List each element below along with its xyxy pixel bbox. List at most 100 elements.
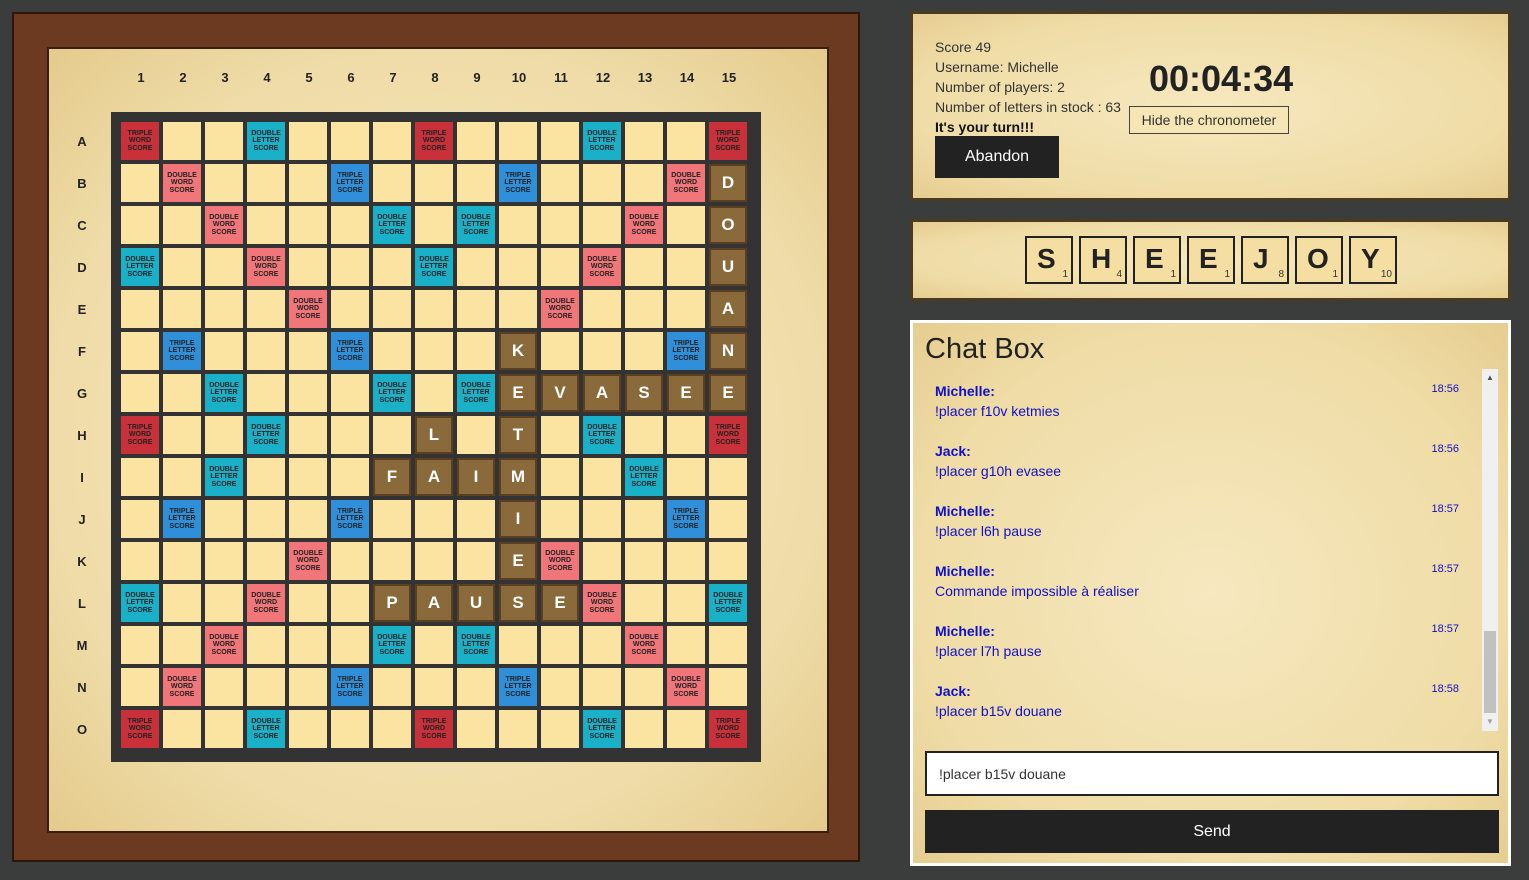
board-square[interactable]: [121, 500, 159, 538]
board-square[interactable]: [709, 668, 747, 706]
placed-tile[interactable]: A: [709, 290, 747, 328]
board-square[interactable]: [331, 626, 369, 664]
bonus-square[interactable]: DOUBLE WORD SCORE: [289, 290, 327, 328]
placed-tile[interactable]: A: [415, 584, 453, 622]
scroll-thumb[interactable]: [1484, 631, 1496, 713]
board-square[interactable]: [457, 542, 495, 580]
board-square[interactable]: [247, 668, 285, 706]
bonus-square[interactable]: DOUBLE LETTER SCORE: [205, 374, 243, 412]
placed-tile[interactable]: P: [373, 584, 411, 622]
board-square[interactable]: [205, 710, 243, 748]
board-square[interactable]: [121, 206, 159, 244]
board-square[interactable]: [415, 542, 453, 580]
board-square[interactable]: [625, 542, 663, 580]
board-square[interactable]: [205, 416, 243, 454]
board-square[interactable]: [373, 122, 411, 160]
board-square[interactable]: [205, 542, 243, 580]
board-square[interactable]: [121, 458, 159, 496]
board-square[interactable]: [667, 626, 705, 664]
board-square[interactable]: [205, 122, 243, 160]
bonus-square[interactable]: TRIPLE WORD SCORE: [121, 122, 159, 160]
bonus-square[interactable]: DOUBLE LETTER SCORE: [457, 374, 495, 412]
board-square[interactable]: [373, 332, 411, 370]
placed-tile[interactable]: F: [373, 458, 411, 496]
board-square[interactable]: [289, 584, 327, 622]
board-square[interactable]: [499, 290, 537, 328]
board-square[interactable]: [625, 248, 663, 286]
board-square[interactable]: [541, 668, 579, 706]
board-square[interactable]: [373, 164, 411, 202]
rack-tile[interactable]: O1: [1295, 236, 1343, 284]
board-square[interactable]: [625, 584, 663, 622]
board-square[interactable]: [289, 122, 327, 160]
placed-tile[interactable]: M: [499, 458, 537, 496]
board-square[interactable]: [247, 500, 285, 538]
board-square[interactable]: [457, 164, 495, 202]
board-square[interactable]: [289, 332, 327, 370]
board-square[interactable]: [457, 668, 495, 706]
bonus-square[interactable]: DOUBLE WORD SCORE: [541, 542, 579, 580]
board-square[interactable]: [457, 248, 495, 286]
board-square[interactable]: [625, 710, 663, 748]
board-square[interactable]: [331, 416, 369, 454]
board-square[interactable]: [205, 668, 243, 706]
board-square[interactable]: [163, 710, 201, 748]
bonus-square[interactable]: DOUBLE LETTER SCORE: [583, 710, 621, 748]
board-square[interactable]: [541, 500, 579, 538]
board-square[interactable]: [121, 542, 159, 580]
board-square[interactable]: [373, 542, 411, 580]
send-button[interactable]: Send: [925, 810, 1499, 853]
bonus-square[interactable]: TRIPLE WORD SCORE: [121, 416, 159, 454]
board-square[interactable]: [247, 332, 285, 370]
bonus-square[interactable]: DOUBLE LETTER SCORE: [247, 122, 285, 160]
board-square[interactable]: [583, 668, 621, 706]
board-square[interactable]: [163, 626, 201, 664]
board-square[interactable]: [415, 164, 453, 202]
bonus-square[interactable]: TRIPLE WORD SCORE: [709, 416, 747, 454]
board-square[interactable]: [163, 416, 201, 454]
bonus-square[interactable]: DOUBLE WORD SCORE: [163, 668, 201, 706]
bonus-square[interactable]: DOUBLE LETTER SCORE: [121, 584, 159, 622]
board-square[interactable]: [541, 164, 579, 202]
board-square[interactable]: [583, 500, 621, 538]
board-square[interactable]: [457, 710, 495, 748]
bonus-square[interactable]: TRIPLE WORD SCORE: [415, 710, 453, 748]
board-square[interactable]: [457, 500, 495, 538]
board-square[interactable]: [331, 122, 369, 160]
placed-tile[interactable]: U: [457, 584, 495, 622]
board-square[interactable]: [541, 416, 579, 454]
bonus-square[interactable]: DOUBLE LETTER SCORE: [583, 416, 621, 454]
board-square[interactable]: [457, 290, 495, 328]
board-square[interactable]: [289, 500, 327, 538]
board-square[interactable]: [289, 164, 327, 202]
board-square[interactable]: [289, 248, 327, 286]
board-square[interactable]: [499, 710, 537, 748]
placed-tile[interactable]: E: [499, 542, 537, 580]
board-square[interactable]: [625, 122, 663, 160]
board-square[interactable]: [583, 332, 621, 370]
board-square[interactable]: [415, 290, 453, 328]
rack-tile[interactable]: S1: [1025, 236, 1073, 284]
rack-tile[interactable]: E1: [1187, 236, 1235, 284]
placed-tile[interactable]: N: [709, 332, 747, 370]
board-square[interactable]: [121, 290, 159, 328]
board-square[interactable]: [667, 122, 705, 160]
bonus-square[interactable]: DOUBLE WORD SCORE: [667, 164, 705, 202]
bonus-square[interactable]: TRIPLE LETTER SCORE: [331, 332, 369, 370]
board-square[interactable]: [667, 290, 705, 328]
bonus-square[interactable]: DOUBLE LETTER SCORE: [373, 206, 411, 244]
scroll-up-arrow-icon[interactable]: ▲: [1486, 373, 1494, 382]
bonus-square[interactable]: TRIPLE LETTER SCORE: [163, 332, 201, 370]
board-square[interactable]: [583, 458, 621, 496]
board-square[interactable]: [163, 206, 201, 244]
placed-tile[interactable]: O: [709, 206, 747, 244]
board-square[interactable]: [205, 164, 243, 202]
bonus-square[interactable]: DOUBLE LETTER SCORE: [373, 374, 411, 412]
placed-tile[interactable]: I: [499, 500, 537, 538]
bonus-square[interactable]: DOUBLE LETTER SCORE: [709, 584, 747, 622]
placed-tile[interactable]: E: [541, 584, 579, 622]
board-square[interactable]: [247, 206, 285, 244]
board-square[interactable]: [499, 248, 537, 286]
board-square[interactable]: [163, 542, 201, 580]
board-square[interactable]: [331, 248, 369, 286]
